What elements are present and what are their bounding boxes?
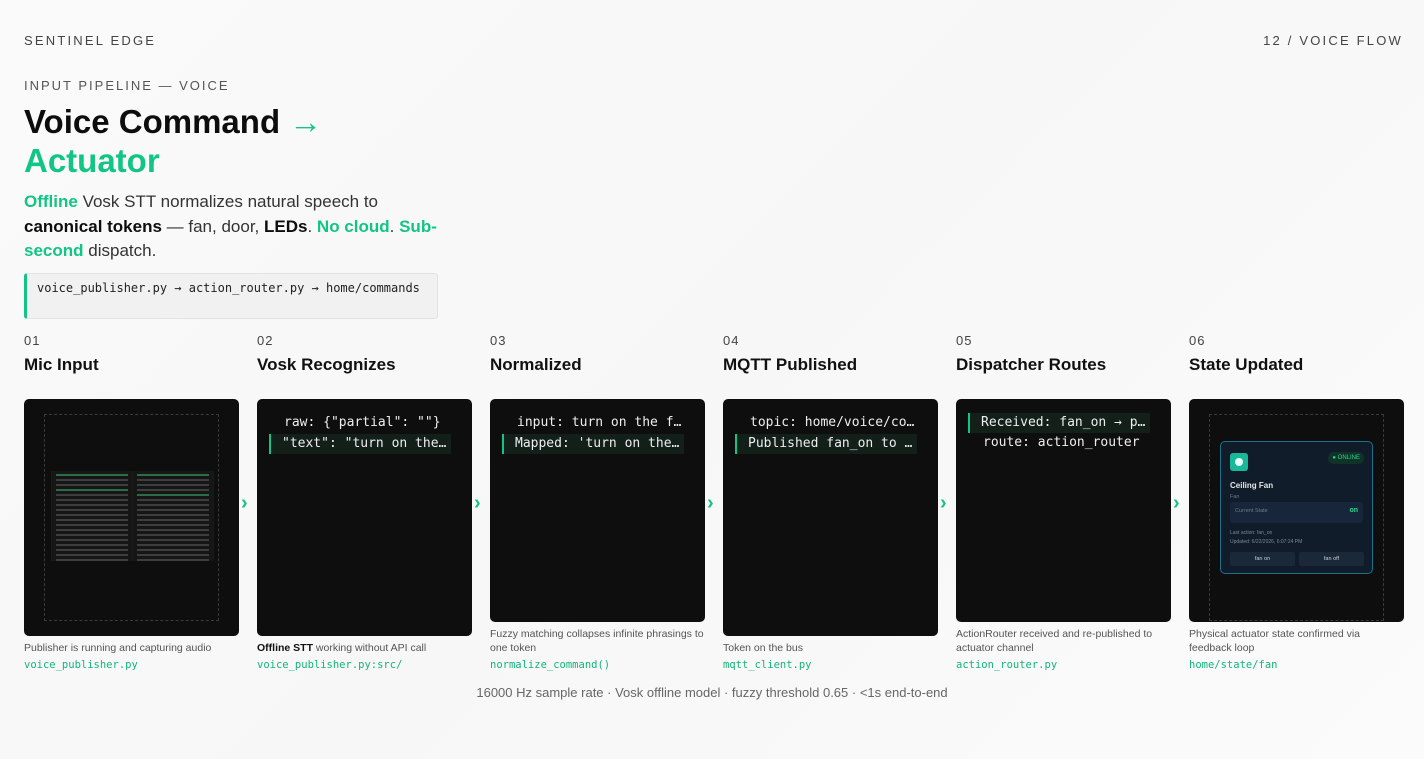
step-number: 02 [257,333,274,348]
source-file-link[interactable]: voice_publisher.py:src/ [257,659,402,671]
step-title: Dispatcher Routes [956,355,1107,374]
lede-offline: Offline [24,192,78,211]
device-subtitle: Fan [1230,494,1240,500]
lede-canonical: canonical tokens [24,216,162,236]
lede-text-2: — fan, door, [161,216,264,236]
lede-text-3: . [307,216,317,236]
normalize-log-panel: input: turn on the fan Mapped: 'turn on … [490,399,705,622]
step-title: MQTT Published [723,355,858,374]
device-card: ● ONLINE Ceiling Fan Fan Current State o… [1220,441,1373,574]
title-arrow: → [289,103,323,140]
online-badge: ● ONLINE [1328,452,1364,464]
fan-on-button[interactable]: fan on [1230,552,1295,566]
step-caption: Physical actuator state confirmed via fe… [1189,628,1360,654]
log-line-highlight: Mapped: 'turn on the fan' → fan_on [502,434,684,454]
terminal-pane-left [52,471,132,561]
step-number: 06 [1189,333,1206,348]
log-line-highlight: Received: fan_on → publishing [968,413,1150,433]
lede-leds: LEDs [264,216,308,236]
flow-arrow-icon: › [241,492,248,514]
fan-off-button[interactable]: fan off [1299,552,1364,566]
lede-text-5: dispatch. [83,241,157,260]
terminal-thumbnail [51,471,214,561]
caption-text: working without API call [313,642,427,654]
title-part-1: Voice Command [24,103,281,140]
slide-counter: 12 / VOICE FLOW [1263,33,1403,48]
terminal-pane-right [133,471,213,561]
log-line-highlight: "text": "turn on the fan" [269,434,451,454]
log-line: raw: {"partial": ""} [284,415,441,430]
step-caption: Offline STT working without API call [257,641,472,655]
device-title: Ceiling Fan [1230,481,1274,490]
step-caption: Publisher is running and capturing audio [24,642,212,654]
title-part-2: Actuator [24,142,160,179]
state-value: on [1349,507,1358,514]
step-header-3: 03 Normalized [490,333,705,375]
dispatcher-log-panel: Received: fan_on → publishing route: act… [956,399,1171,622]
code-path-box: voice_publisher.py → action_router.py → … [24,273,438,319]
mqtt-log-panel: topic: home/voice/commands Published fan… [723,399,938,636]
footer-stats: 16000 Hz sample rate · Vosk offline mode… [476,685,948,700]
source-file-link[interactable]: normalize_command() [490,659,610,671]
log-line: route: action_router [983,435,1140,450]
lede-nocloud: No cloud [316,216,390,236]
step-title: Mic Input [24,355,99,374]
step-header-4: 04 MQTT Published [723,333,938,375]
step-caption: Fuzzy matching collapses infinite phrasi… [490,628,704,654]
log-line-highlight: Published fan_on to home/voice/commands [735,434,917,454]
section-eyebrow: INPUT PIPELINE — VOICE [24,78,230,93]
step-title: Vosk Recognizes [257,355,396,374]
step-number: 03 [490,333,507,348]
step-caption: Token on the bus [723,642,803,654]
lede-text-1: Vosk STT normalizes natural speech to [77,192,379,211]
caption-bold: Offline STT [257,642,313,654]
vosk-log-panel: raw: {"partial": ""} "text": "turn on th… [257,399,472,636]
step-header-2: 02 Vosk Recognizes [257,333,472,375]
state-row: Current State on [1230,502,1363,523]
flow-arrow-icon: › [707,492,714,514]
source-file-link[interactable]: action_router.py [956,659,1057,671]
fan-icon [1230,453,1248,471]
flow-arrow-icon: › [940,492,947,514]
source-file-link[interactable]: home/state/fan [1189,659,1278,671]
flow-arrow-icon: › [1173,492,1180,514]
log-line: input: turn on the fan [517,415,684,430]
step-title: State Updated [1189,355,1304,374]
step-header-1: 01 Mic Input [24,333,239,375]
page-title: Voice Command → Actuator [24,102,444,180]
mic-input-screenshot [24,399,239,636]
brand-label: SENTINEL EDGE [24,33,157,48]
log-line: topic: home/voice/commands [750,415,917,430]
lede-text-4: . [389,216,400,236]
flow-arrow-icon: › [474,492,481,514]
last-action: Last action: fan_on [1230,530,1273,536]
step-caption: ActionRouter received and re-published t… [956,628,1153,654]
step-number: 05 [956,333,973,348]
source-file-link[interactable]: voice_publisher.py [24,659,138,671]
step-number: 01 [24,333,41,348]
step-header-6: 06 State Updated [1189,333,1404,375]
updated-time: Updated: 6/22/2026, 6:07:24 PM [1230,539,1303,545]
state-screenshot: ● ONLINE Ceiling Fan Fan Current State o… [1189,399,1404,622]
lede-paragraph: Offline Vosk STT normalizes natural spee… [24,190,444,264]
step-title: Normalized [490,355,582,374]
state-label: Current State [1235,508,1268,514]
step-header-5: 05 Dispatcher Routes [956,333,1171,375]
step-number: 04 [723,333,740,348]
source-file-link[interactable]: mqtt_client.py [723,659,812,671]
